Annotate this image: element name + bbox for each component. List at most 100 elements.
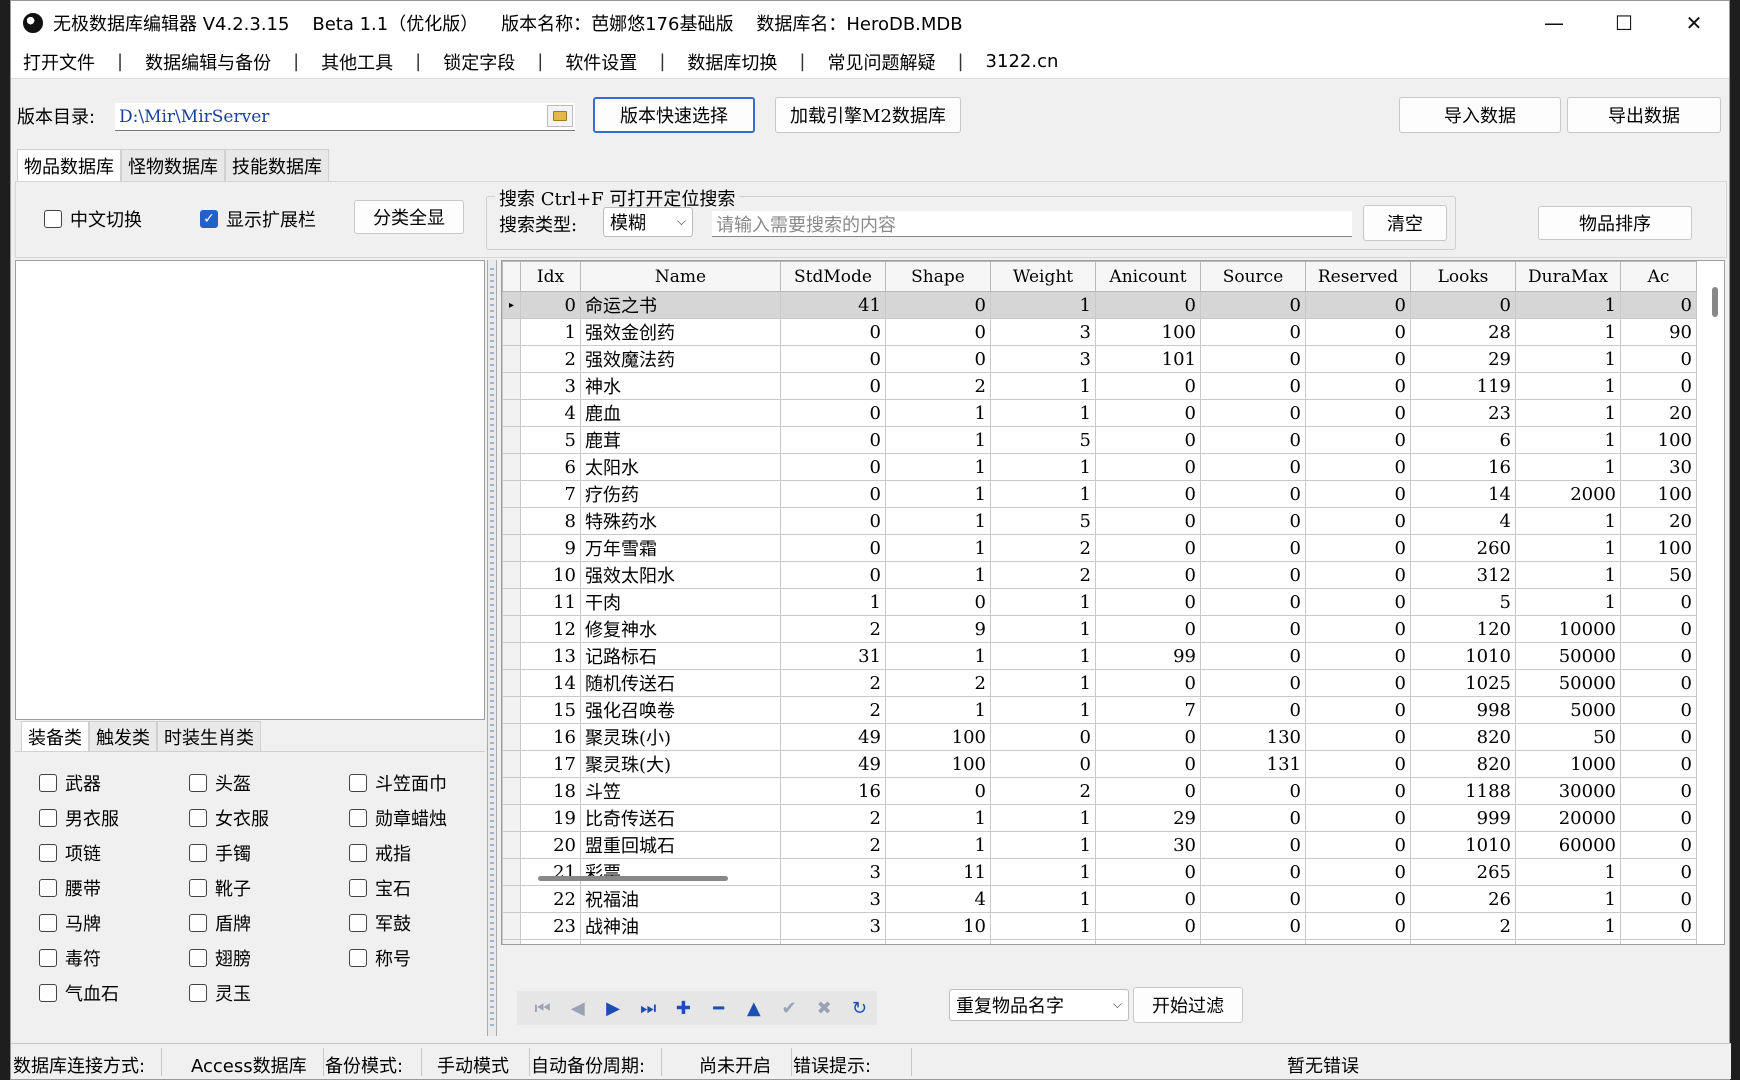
category-checkbox[interactable]: 女衣服 <box>189 805 269 831</box>
cell-source[interactable]: 0 <box>1200 885 1306 913</box>
column-header-weight[interactable]: Weight <box>990 261 1096 292</box>
cell-source[interactable]: 0 <box>1200 642 1306 670</box>
row-indicator[interactable] <box>502 858 521 886</box>
minimize-button[interactable]: — <box>1519 1 1589 45</box>
category-checkbox[interactable]: 勋章蜡烛 <box>349 805 447 831</box>
cell-ac[interactable]: 100 <box>1620 426 1697 454</box>
tab-fashion-zodiac[interactable]: 时装生肖类 <box>157 721 261 752</box>
cell-stdmode[interactable]: 49 <box>780 723 886 751</box>
cell-shape[interactable]: 1 <box>885 642 991 670</box>
cell-weight[interactable]: 2 <box>990 534 1096 562</box>
cell-idx[interactable]: 19 <box>520 804 581 832</box>
row-indicator[interactable] <box>502 696 521 724</box>
cell-shape[interactable]: 1 <box>885 561 991 589</box>
table-row[interactable]: 24修复油3910002710 <box>502 939 1697 944</box>
cell-source[interactable]: 0 <box>1200 912 1306 940</box>
cell-source[interactable]: 0 <box>1200 345 1306 373</box>
cell-stdmode[interactable]: 2 <box>780 669 886 697</box>
import-button[interactable]: 导入数据 <box>1399 97 1561 133</box>
cell-reserved[interactable]: 0 <box>1305 588 1411 616</box>
cell-idx[interactable]: 5 <box>520 426 581 454</box>
cell-duramax[interactable]: 1 <box>1515 507 1621 535</box>
row-indicator[interactable] <box>502 615 521 643</box>
cell-weight[interactable]: 3 <box>990 318 1096 346</box>
cell-anicount[interactable]: 0 <box>1095 723 1201 751</box>
cell-shape[interactable]: 1 <box>885 831 991 859</box>
cell-looks[interactable]: 4 <box>1410 507 1516 535</box>
tab-equipment[interactable]: 装备类 <box>21 721 89 752</box>
menu-data-edit-backup[interactable]: 数据编辑与备份 <box>145 49 271 75</box>
cell-name[interactable]: 鹿血 <box>580 399 781 427</box>
cell-weight[interactable]: 1 <box>990 858 1096 886</box>
cell-idx[interactable]: 23 <box>520 912 581 940</box>
category-tree[interactable] <box>15 260 485 720</box>
row-indicator[interactable] <box>502 804 521 832</box>
table-row[interactable]: 22 祝福油 3 4 1 0 0 0 26 1 0 <box>502 885 1697 913</box>
table-row[interactable]: 16 聚灵珠(小) 49 100 0 0 130 0 820 50 0 <box>502 723 1697 751</box>
cell-anicount[interactable]: 0 <box>1095 291 1201 319</box>
quick-select-button[interactable]: 版本快速选择 <box>593 97 755 133</box>
cell-stdmode[interactable]: 0 <box>780 561 886 589</box>
cell-shape[interactable]: 10 <box>885 912 991 940</box>
cell-ac[interactable]: 100 <box>1620 534 1697 562</box>
search-input[interactable]: 请输入需要搜索的内容 <box>712 211 1352 237</box>
cell-ac[interactable]: 0 <box>1620 858 1697 886</box>
table-row[interactable]: 13 记路标石 31 1 1 99 0 0 1010 50000 0 <box>502 642 1697 670</box>
category-checkbox[interactable]: 灵玉 <box>189 980 251 1006</box>
cell-stdmode[interactable]: 3 <box>780 885 886 913</box>
cell-ac[interactable]: 0 <box>1620 642 1697 670</box>
cell-duramax[interactable]: 1 <box>1515 534 1621 562</box>
show-ext-checkbox[interactable]: ✓ 显示扩展栏 <box>200 206 316 232</box>
cell-reserved[interactable]: 0 <box>1305 642 1411 670</box>
cell-looks[interactable]: 1010 <box>1410 831 1516 859</box>
cell-reserved[interactable]: 0 <box>1305 615 1411 643</box>
table-row[interactable]: 17 聚灵珠(大) 49 100 0 0 131 0 820 1000 0 <box>502 750 1697 778</box>
cell-looks[interactable]: 260 <box>1410 534 1516 562</box>
cell-weight[interactable]: 1 <box>990 372 1096 400</box>
cell-duramax[interactable]: 1 <box>1515 453 1621 481</box>
cell-name[interactable]: 聚灵珠(小) <box>580 723 781 751</box>
cell-weight[interactable]: 2 <box>990 777 1096 805</box>
tab-monsters-db[interactable]: 怪物数据库 <box>121 149 225 181</box>
cell-anicount[interactable]: 0 <box>1095 534 1201 562</box>
row-indicator[interactable] <box>502 750 521 778</box>
cell-reserved[interactable]: 0 <box>1305 534 1411 562</box>
cell-source[interactable]: 131 <box>1200 750 1306 778</box>
cell-duramax[interactable]: 50 <box>1515 723 1621 751</box>
category-checkbox[interactable]: 腰带 <box>39 875 101 901</box>
cell-duramax[interactable]: 1 <box>1515 426 1621 454</box>
cell-duramax[interactable]: 5000 <box>1515 696 1621 724</box>
cell-reserved[interactable]: 0 <box>1305 939 1411 944</box>
cell-shape[interactable]: 1 <box>885 453 991 481</box>
cell-looks[interactable]: 6 <box>1410 426 1516 454</box>
cell-source[interactable]: 0 <box>1200 318 1306 346</box>
column-header-duramax[interactable]: DuraMax <box>1515 261 1621 292</box>
column-header-stdmode[interactable]: StdMode <box>780 261 886 292</box>
cell-source[interactable]: 0 <box>1200 777 1306 805</box>
cell-anicount[interactable]: 0 <box>1095 939 1201 944</box>
row-indicator[interactable] <box>502 939 521 944</box>
table-row[interactable]: 3 神水 0 2 1 0 0 0 119 1 0 <box>502 372 1697 400</box>
cell-duramax[interactable]: 20000 <box>1515 804 1621 832</box>
cell-idx[interactable]: 21 <box>520 858 581 886</box>
cell-anicount[interactable]: 0 <box>1095 750 1201 778</box>
row-indicator[interactable] <box>502 426 521 454</box>
table-row[interactable]: 10 强效太阳水 0 1 2 0 0 0 312 1 50 <box>502 561 1697 589</box>
cancel-record-icon[interactable]: ✖ <box>807 993 842 1023</box>
row-indicator[interactable] <box>502 642 521 670</box>
chinese-toggle-checkbox[interactable]: 中文切换 <box>44 206 142 232</box>
cell-stdmode[interactable]: 41 <box>780 291 886 319</box>
cell-stdmode[interactable]: 0 <box>780 480 886 508</box>
cell-idx[interactable]: 12 <box>520 615 581 643</box>
row-indicator[interactable] <box>502 885 521 913</box>
cell-shape[interactable]: 0 <box>885 318 991 346</box>
cell-idx[interactable]: 20 <box>520 831 581 859</box>
cell-shape[interactable]: 11 <box>885 858 991 886</box>
cell-stdmode[interactable]: 0 <box>780 345 886 373</box>
cell-stdmode[interactable]: 3 <box>780 939 886 944</box>
cell-ac[interactable]: 0 <box>1620 804 1697 832</box>
cell-looks[interactable]: 14 <box>1410 480 1516 508</box>
cell-weight[interactable]: 1 <box>990 885 1096 913</box>
column-header-source[interactable]: Source <box>1200 261 1306 292</box>
cell-reserved[interactable]: 0 <box>1305 912 1411 940</box>
